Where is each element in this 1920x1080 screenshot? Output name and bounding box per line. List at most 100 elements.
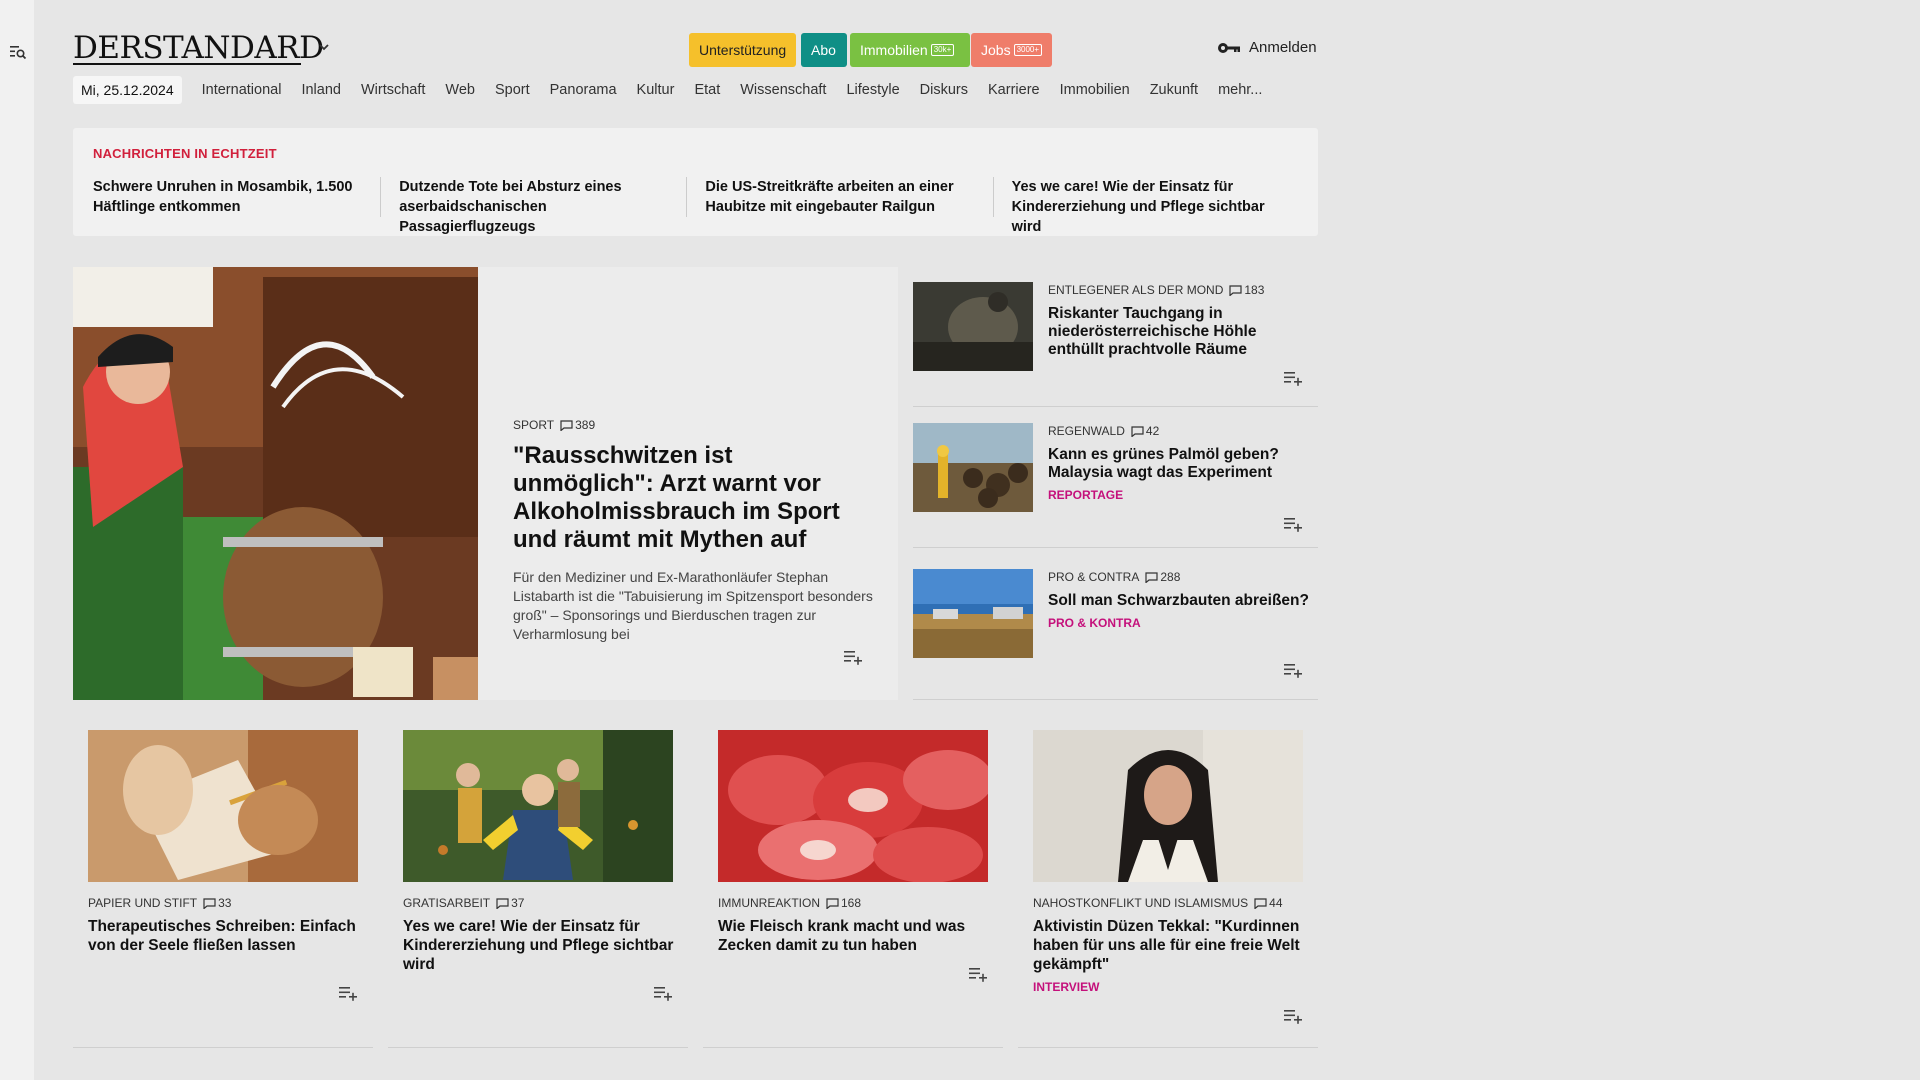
immobilien-button[interactable]: Immobilien 30k+ bbox=[850, 33, 970, 67]
side-article[interactable]: PRO & CONTRA 288 Soll man Schwarzbauten … bbox=[913, 554, 1318, 700]
login-button[interactable]: Anmelden bbox=[1217, 39, 1317, 56]
comment-icon bbox=[1145, 571, 1158, 583]
add-to-list-icon[interactable] bbox=[968, 966, 988, 982]
comment-count[interactable]: 288 bbox=[1145, 570, 1180, 584]
hero-teaser: Für den Mediziner und Ex-Marathonläufer … bbox=[513, 569, 873, 642]
comment-count[interactable]: 389 bbox=[560, 418, 595, 432]
hero-article[interactable]: SPORT 389 "Rausschwitzen ist unmöglich":… bbox=[73, 267, 898, 700]
add-to-list-icon[interactable] bbox=[843, 649, 863, 665]
nav-item-more[interactable]: mehr... bbox=[1218, 82, 1262, 98]
ticker-item[interactable]: Schwere Unruhen in Mosambik, 1.500 Häftl… bbox=[93, 177, 380, 237]
nav-item-web[interactable]: Web bbox=[445, 82, 475, 98]
comment-count[interactable]: 37 bbox=[496, 896, 524, 910]
comment-count[interactable]: 168 bbox=[826, 896, 861, 910]
add-to-list-icon[interactable] bbox=[1283, 662, 1303, 678]
card-kicker: GRATISARBEIT bbox=[403, 896, 491, 910]
comment-icon bbox=[826, 897, 839, 909]
ticker-item[interactable]: Dutzende Tote bei Absturz eines aserbaid… bbox=[399, 177, 686, 237]
comment-count-value: 389 bbox=[575, 418, 596, 432]
site-logo[interactable]: DERSTANDARD bbox=[73, 30, 324, 66]
card-meta: PAPIER UND STIFT 33 bbox=[88, 896, 363, 910]
chevron-down-icon[interactable] bbox=[317, 40, 331, 54]
side-article-text: PRO & CONTRA 288 Soll man Schwarzbauten … bbox=[1048, 570, 1313, 630]
card-title[interactable]: Aktivistin Düzen Tekkal: "Kurdinnen habe… bbox=[1033, 917, 1308, 974]
side-meta: REGENWALD 42 bbox=[1048, 424, 1313, 438]
add-to-list-icon[interactable] bbox=[1283, 370, 1303, 386]
login-label: Anmelden bbox=[1249, 39, 1317, 56]
comment-count[interactable]: 42 bbox=[1131, 424, 1159, 438]
hero-image[interactable] bbox=[73, 267, 478, 700]
card-text: IMMUNREAKTION 168 Wie Fleisch krank mach… bbox=[718, 896, 993, 955]
article-card[interactable]: PAPIER UND STIFT 33 Therapeutisches Schr… bbox=[73, 715, 373, 1048]
comment-icon bbox=[1229, 284, 1242, 296]
add-to-list-icon[interactable] bbox=[653, 985, 673, 1001]
article-card[interactable]: IMMUNREAKTION 168 Wie Fleisch krank mach… bbox=[703, 715, 1003, 1048]
article-tag: PRO & KONTRA bbox=[1048, 616, 1141, 630]
add-to-list-icon[interactable] bbox=[338, 985, 358, 1001]
menu-search-icon[interactable] bbox=[9, 43, 27, 61]
side-kicker: REGENWALD bbox=[1048, 424, 1125, 438]
ticker-item[interactable]: Die US-Streitkräfte arbeiten an einer Ha… bbox=[705, 177, 992, 237]
card-image[interactable] bbox=[718, 730, 988, 882]
side-article[interactable]: REGENWALD 42 Kann es grünes Palmöl geben… bbox=[913, 408, 1318, 548]
abo-button[interactable]: Abo bbox=[801, 33, 847, 67]
side-title[interactable]: Riskanter Tauchgang in niederösterreichi… bbox=[1048, 305, 1313, 359]
comment-count[interactable]: 33 bbox=[203, 896, 231, 910]
card-kicker: NAHOSTKONFLIKT UND ISLAMISMUS bbox=[1033, 896, 1249, 910]
nav-item-karriere[interactable]: Karriere bbox=[988, 82, 1040, 98]
article-card[interactable]: GRATISARBEIT 37 Yes we care! Wie der Ein… bbox=[388, 715, 688, 1048]
card-text: PAPIER UND STIFT 33 Therapeutisches Schr… bbox=[88, 896, 363, 955]
card-text: GRATISARBEIT 37 Yes we care! Wie der Ein… bbox=[403, 896, 678, 974]
side-title[interactable]: Soll man Schwarzbauten abreißen? bbox=[1048, 592, 1313, 610]
card-text: NAHOSTKONFLIKT UND ISLAMISMUS 44 Aktivis… bbox=[1033, 896, 1308, 994]
nav-item-zukunft[interactable]: Zukunft bbox=[1150, 82, 1198, 98]
nav-item-wissenschaft[interactable]: Wissenschaft bbox=[740, 82, 826, 98]
add-to-list-icon[interactable] bbox=[1283, 1008, 1303, 1024]
comment-count-value: 44 bbox=[1269, 896, 1283, 910]
nav-item-lifestyle[interactable]: Lifestyle bbox=[846, 82, 899, 98]
ticker-item[interactable]: Yes we care! Wie der Einsatz für Kindere… bbox=[1012, 177, 1298, 237]
side-article-image[interactable] bbox=[913, 569, 1033, 658]
card-image[interactable] bbox=[88, 730, 358, 882]
side-article[interactable]: ENTLEGENER ALS DER MOND 183 Riskanter Ta… bbox=[913, 267, 1318, 407]
side-article-image[interactable] bbox=[913, 282, 1033, 371]
card-title[interactable]: Yes we care! Wie der Einsatz für Kindere… bbox=[403, 917, 678, 974]
ticker-divider bbox=[686, 177, 688, 217]
nav-item-etat[interactable]: Etat bbox=[694, 82, 720, 98]
side-title[interactable]: Kann es grünes Palmöl geben? Malaysia wa… bbox=[1048, 446, 1313, 482]
nav-item-panorama[interactable]: Panorama bbox=[550, 82, 617, 98]
jobs-button[interactable]: Jobs 3000+ bbox=[971, 33, 1052, 67]
comment-count-value: 183 bbox=[1244, 283, 1265, 297]
nav-item-sport[interactable]: Sport bbox=[495, 82, 530, 98]
nav-item-wirtschaft[interactable]: Wirtschaft bbox=[361, 82, 425, 98]
hero-kicker: SPORT bbox=[513, 418, 555, 432]
nav-item-international[interactable]: International bbox=[202, 82, 282, 98]
card-image[interactable] bbox=[403, 730, 673, 882]
article-card[interactable]: NAHOSTKONFLIKT UND ISLAMISMUS 44 Aktivis… bbox=[1018, 715, 1318, 1048]
add-to-list-icon[interactable] bbox=[1283, 516, 1303, 532]
side-meta: PRO & CONTRA 288 bbox=[1048, 570, 1313, 584]
jobs-label: Jobs bbox=[981, 42, 1011, 58]
nav-item-diskurs[interactable]: Diskurs bbox=[920, 82, 968, 98]
side-meta: ENTLEGENER ALS DER MOND 183 bbox=[1048, 283, 1313, 297]
support-label: Unterstützung bbox=[699, 42, 787, 58]
card-title[interactable]: Wie Fleisch krank macht und was Zecken d… bbox=[718, 917, 993, 955]
hero-title[interactable]: "Rausschwitzen ist unmöglich": Arzt warn… bbox=[513, 442, 873, 554]
card-kicker: PAPIER UND STIFT bbox=[88, 896, 198, 910]
card-meta: NAHOSTKONFLIKT UND ISLAMISMUS 44 bbox=[1033, 896, 1308, 910]
comment-count-value: 288 bbox=[1160, 570, 1181, 584]
support-button[interactable]: Unterstützung bbox=[689, 33, 796, 67]
side-article-image[interactable] bbox=[913, 423, 1033, 512]
card-title[interactable]: Therapeutisches Schreiben: Einfach von d… bbox=[88, 917, 363, 955]
card-image[interactable] bbox=[1033, 730, 1303, 882]
comment-icon bbox=[1254, 897, 1267, 909]
nav-item-inland[interactable]: Inland bbox=[301, 82, 341, 98]
ticker-label: NACHRICHTEN IN ECHTZEIT bbox=[93, 146, 277, 161]
article-tag: INTERVIEW bbox=[1033, 980, 1100, 994]
comment-count[interactable]: 183 bbox=[1229, 283, 1264, 297]
news-ticker: NACHRICHTEN IN ECHTZEIT Schwere Unruhen … bbox=[73, 128, 1318, 236]
nav-item-immobilien[interactable]: Immobilien bbox=[1060, 82, 1130, 98]
comment-count[interactable]: 44 bbox=[1254, 896, 1283, 910]
key-icon bbox=[1218, 42, 1240, 53]
nav-item-kultur[interactable]: Kultur bbox=[637, 82, 675, 98]
